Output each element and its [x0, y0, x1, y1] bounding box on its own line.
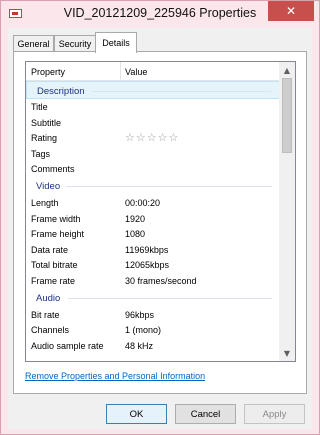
property-value: 1920	[125, 213, 146, 224]
group-label: Description	[37, 86, 85, 97]
property-row[interactable]: Frame height 1080	[26, 226, 280, 242]
property-name: Data rate	[31, 244, 69, 255]
group-header-audio[interactable]: Audio	[26, 289, 280, 307]
group-header-video[interactable]: Video	[26, 177, 280, 195]
property-value: 12065kbps	[125, 260, 170, 271]
scroll-up-icon[interactable]: ▲	[279, 62, 295, 78]
tab-security[interactable]: Security	[54, 35, 96, 52]
property-row[interactable]: Frame rate 30 frames/second	[26, 273, 280, 289]
property-row[interactable]: Data rate 11969kbps	[26, 242, 280, 258]
property-name: Frame height	[31, 229, 85, 240]
property-value: 1 (mono)	[125, 325, 162, 336]
property-name: Length	[31, 197, 59, 208]
property-row[interactable]: Total bitrate 12065kbps	[26, 257, 280, 273]
dialog-client-area: General Security Details Property Value …	[8, 28, 312, 429]
property-rows: Description Title Subtitle Rating ☆☆☆☆☆ T…	[26, 81, 280, 353]
property-name: Title	[31, 102, 48, 112]
title-bar[interactable]: VID_20121209_225946 Properties ✕	[1, 1, 319, 27]
property-name: Bit rate	[31, 309, 60, 320]
property-row[interactable]: Frame width 1920	[26, 211, 280, 227]
remove-properties-link[interactable]: Remove Properties and Personal Informati…	[25, 371, 205, 381]
rating-stars-icon[interactable]: ☆☆☆☆☆	[125, 131, 179, 144]
property-name: Comments	[31, 164, 75, 175]
property-row[interactable]: Rating ☆☆☆☆☆	[26, 130, 280, 146]
property-row[interactable]: Tags	[26, 146, 280, 162]
details-panel: Property Value Description Title Subtitl…	[13, 51, 307, 394]
property-value: 96kbps	[125, 309, 155, 320]
property-name: Audio sample rate	[31, 340, 104, 351]
property-value: 48 kHz	[125, 340, 154, 351]
property-row[interactable]: Bit rate 96kbps	[26, 307, 280, 323]
property-name: Frame width	[31, 213, 81, 224]
tab-details[interactable]: Details	[95, 32, 137, 53]
property-row[interactable]: Length 00:00:20	[26, 195, 280, 211]
property-name: Channels	[31, 325, 70, 336]
group-label: Video	[36, 180, 61, 192]
property-name: Tags	[31, 148, 51, 159]
property-row[interactable]: Channels 1 (mono)	[26, 322, 280, 338]
property-value: 30 frames/second	[125, 275, 197, 286]
cancel-button[interactable]: Cancel	[175, 404, 236, 424]
tab-general[interactable]: General	[13, 35, 54, 52]
apply-button[interactable]: Apply	[244, 404, 305, 424]
property-row[interactable]: Title	[26, 99, 280, 115]
column-header-value[interactable]: Value	[125, 67, 147, 77]
scroll-down-icon[interactable]: ▼	[279, 345, 295, 361]
column-separator[interactable]	[120, 62, 121, 80]
property-name: Frame rate	[31, 275, 76, 286]
property-row[interactable]: Subtitle	[26, 115, 280, 131]
group-divider	[66, 185, 272, 187]
property-value: 00:00:20	[125, 197, 161, 208]
properties-list[interactable]: Property Value Description Title Subtitl…	[25, 61, 296, 362]
column-header: Property Value	[26, 62, 280, 81]
ok-button[interactable]: OK	[106, 404, 167, 424]
property-name: Rating	[31, 133, 58, 144]
group-divider	[93, 91, 271, 92]
group-divider	[68, 297, 272, 299]
properties-window: VID_20121209_225946 Properties ✕ General…	[0, 0, 320, 435]
property-row[interactable]: Comments	[26, 161, 280, 177]
column-header-property[interactable]: Property	[31, 67, 65, 77]
property-row[interactable]: Audio sample rate 48 kHz	[26, 338, 280, 354]
group-label: Audio	[36, 292, 61, 304]
close-button[interactable]: ✕	[268, 1, 314, 21]
scrollbar-thumb[interactable]	[282, 78, 292, 153]
property-name: Total bitrate	[31, 260, 78, 271]
vertical-scrollbar[interactable]: ▲ ▼	[279, 62, 295, 361]
property-name: Subtitle	[31, 117, 62, 128]
group-header-description[interactable]: Description	[26, 81, 280, 99]
property-value: 1080	[125, 229, 146, 240]
close-icon: ✕	[285, 4, 297, 18]
property-value: 11969kbps	[125, 244, 169, 255]
